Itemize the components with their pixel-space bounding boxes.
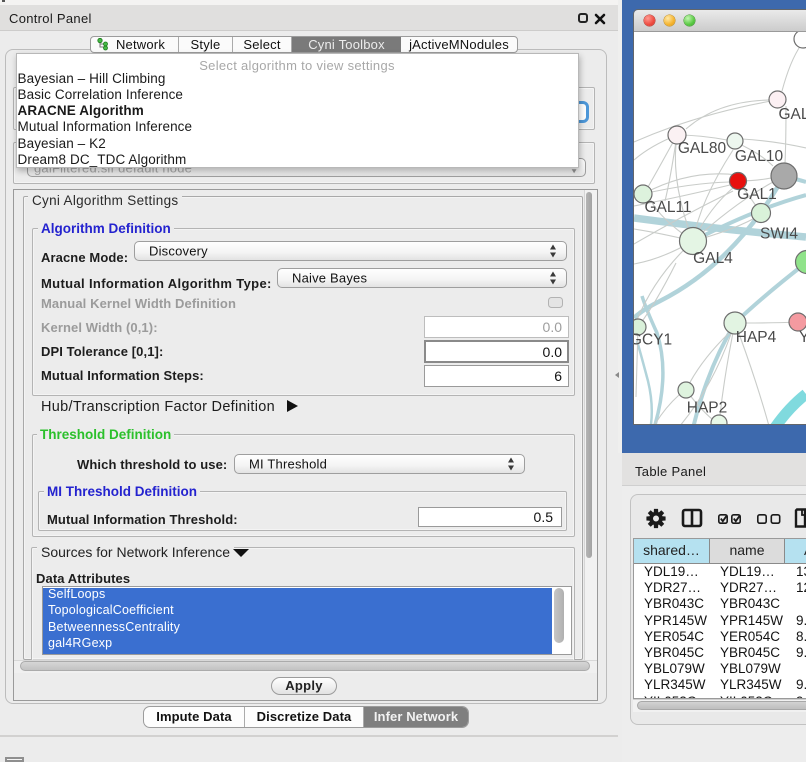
svg-text:GAL4: GAL4: [693, 250, 733, 267]
svg-text:GCY1: GCY1: [634, 332, 672, 349]
svg-text:GAL1: GAL1: [737, 186, 777, 203]
svg-text:YB: YB: [799, 329, 806, 346]
svg-text:GAL7: GAL7: [779, 106, 806, 123]
svg-text:GAL80: GAL80: [678, 140, 727, 157]
svg-text:SWI4: SWI4: [760, 226, 798, 243]
svg-text:HAP4: HAP4: [736, 329, 777, 346]
svg-text:GAL10: GAL10: [735, 148, 784, 165]
svg-text:HAP2: HAP2: [687, 400, 728, 417]
svg-text:GAL11: GAL11: [644, 199, 691, 216]
